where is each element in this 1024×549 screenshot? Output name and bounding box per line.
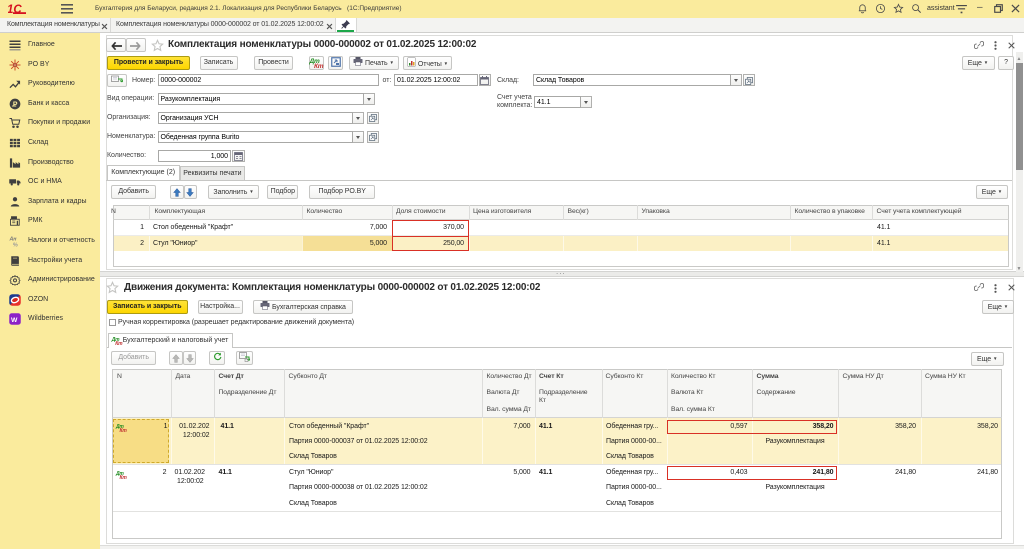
svg-text:%: % xyxy=(13,243,18,247)
svg-text:W: W xyxy=(11,317,18,324)
svg-text:P: P xyxy=(13,101,18,108)
